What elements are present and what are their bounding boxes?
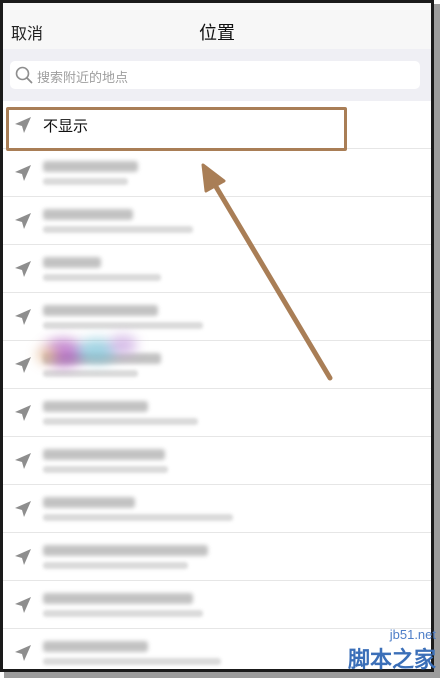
annotation-arrow — [201, 163, 333, 381]
watermark-url: jb51.net — [389, 627, 436, 642]
watermark-name: 脚本之家 — [347, 648, 436, 673]
site-watermark: jb51.net 脚本之家 — [348, 627, 436, 674]
